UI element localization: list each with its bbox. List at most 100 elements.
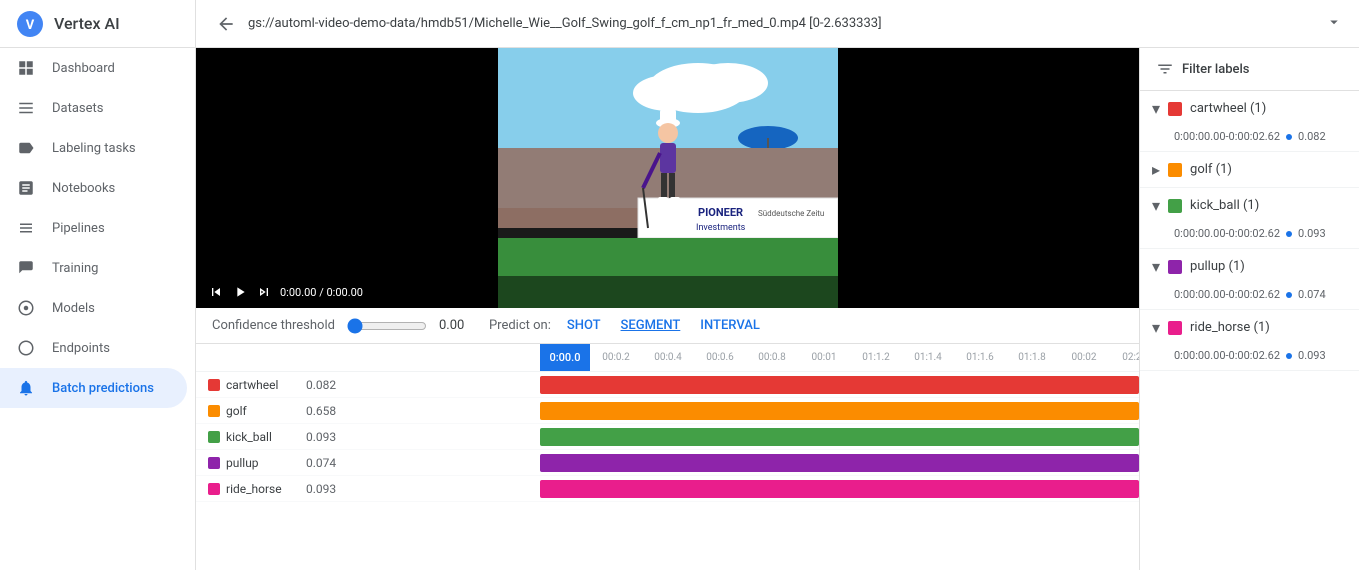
cartwheel-bar-area xyxy=(540,376,1139,394)
time-mark-9: 00:02 xyxy=(1058,352,1110,363)
kick-ball-label-title: kick_ball (1) xyxy=(1190,198,1347,213)
training-icon xyxy=(16,258,36,278)
label-group-header-cartwheel[interactable]: ▾ cartwheel (1) xyxy=(1140,91,1359,126)
label-group-header-pullup[interactable]: ▾ pullup (1) xyxy=(1140,249,1359,284)
sidebar-item-pipelines[interactable]: Pipelines xyxy=(0,208,187,248)
kick-ball-bar xyxy=(540,428,1139,446)
sidebar-item-endpoints[interactable]: Endpoints xyxy=(0,328,187,368)
track-row-ride-horse: ride_horse 0.093 xyxy=(196,476,1139,502)
time-cursor: 0:00.0 xyxy=(540,344,590,372)
play-btn[interactable] xyxy=(232,284,248,300)
golf-bar xyxy=(540,402,1139,420)
golf-bar-area xyxy=(540,402,1139,420)
video-main: PIONEER Investments Süddeutsche Zeitu xyxy=(498,48,838,308)
svg-text:Investments: Investments xyxy=(696,223,746,233)
models-icon xyxy=(16,298,36,318)
sidebar-label-endpoints: Endpoints xyxy=(52,341,110,356)
track-label-golf: golf 0.658 xyxy=(196,404,540,418)
svg-text:V: V xyxy=(26,18,35,33)
sidebar-label-datasets: Datasets xyxy=(52,101,104,116)
pipelines-icon xyxy=(16,218,36,238)
pullup-bar-area xyxy=(540,454,1139,472)
kick-ball-name: kick_ball xyxy=(226,430,296,444)
sidebar-label-pipelines: Pipelines xyxy=(52,221,105,236)
golf-name: golf xyxy=(226,404,296,418)
sidebar-item-labeling[interactable]: Labeling tasks xyxy=(0,128,187,168)
time-mark-2: 00:0.6 xyxy=(694,352,746,363)
sidebar-item-dashboard[interactable]: Dashboard xyxy=(0,48,187,88)
pullup-score: 0.074 xyxy=(306,456,336,470)
filter-header: Filter labels xyxy=(1140,48,1359,91)
time-mark-0: 00:0.2 xyxy=(590,352,642,363)
sidebar-label-labeling: Labeling tasks xyxy=(52,141,136,156)
back-button[interactable] xyxy=(212,10,240,38)
next-frame-btn[interactable] xyxy=(256,284,272,300)
golf-color xyxy=(208,405,220,417)
track-label-ride-horse: ride_horse 0.093 xyxy=(196,482,540,496)
nav-items: Dashboard Datasets Labeling tasks Notebo… xyxy=(0,48,195,408)
track-row-pullup: pullup 0.074 xyxy=(196,450,1139,476)
label-group-header-kick-ball[interactable]: ▾ kick_ball (1) xyxy=(1140,188,1359,223)
cartwheel-score-dot xyxy=(1286,134,1292,140)
sidebar-item-notebooks[interactable]: Notebooks xyxy=(0,168,187,208)
pullup-label-color xyxy=(1168,260,1182,274)
ride-horse-label-detail: 0:00:00.00-0:00:02.62 0.093 xyxy=(1140,345,1359,370)
kick-ball-score: 0.093 xyxy=(306,430,336,444)
predict-shot-btn[interactable]: SHOT xyxy=(563,316,605,335)
sidebar-item-training[interactable]: Training xyxy=(0,248,187,288)
time-mark-4: 00:01 xyxy=(798,352,850,363)
cartwheel-bar xyxy=(540,376,1139,394)
ride-horse-score-dot xyxy=(1286,353,1292,359)
black-left xyxy=(196,48,498,308)
kick-ball-score-dot xyxy=(1286,231,1292,237)
predict-interval-btn[interactable]: INTERVAL xyxy=(696,316,764,335)
dropdown-icon[interactable] xyxy=(1325,13,1343,35)
time-mark-7: 01:1.6 xyxy=(954,352,1006,363)
labeling-icon xyxy=(16,138,36,158)
video-container: PIONEER Investments Süddeutsche Zeitu xyxy=(196,48,1139,308)
cartwheel-name: cartwheel xyxy=(226,378,296,392)
sidebar-item-datasets[interactable]: Datasets xyxy=(0,88,187,128)
label-group-pullup: ▾ pullup (1) 0:00:00.00-0:00:02.62 0.074 xyxy=(1140,249,1359,310)
label-group-header-ride-horse[interactable]: ▾ ride_horse (1) xyxy=(1140,310,1359,345)
cartwheel-expand-icon: ▾ xyxy=(1152,99,1160,118)
pullup-expand-icon: ▾ xyxy=(1152,257,1160,276)
track-row-golf: golf 0.658 xyxy=(196,398,1139,424)
tracks-container: cartwheel 0.082 golf 0.658 xyxy=(196,372,1139,502)
kick-ball-color xyxy=(208,431,220,443)
pullup-bar xyxy=(540,454,1139,472)
svg-text:Süddeutsche Zeitu: Süddeutsche Zeitu xyxy=(758,209,824,218)
video-time: 0:00.00 / 0:00.00 xyxy=(280,286,363,299)
datasets-icon xyxy=(16,98,36,118)
threshold-slider[interactable] xyxy=(347,318,427,334)
sidebar-item-batch-predictions[interactable]: Batch predictions xyxy=(0,368,187,408)
timeline-header: 0:00.0 00:0.2 00:0.4 00:0.6 00:0.8 00:01… xyxy=(196,344,1139,372)
prev-frame-btn[interactable] xyxy=(208,284,224,300)
threshold-label: Confidence threshold xyxy=(212,318,335,333)
predict-segment-btn[interactable]: SEGMENT xyxy=(617,316,685,335)
sidebar-label-notebooks: Notebooks xyxy=(52,181,115,196)
track-label-pullup: pullup 0.074 xyxy=(196,456,540,470)
time-mark-1: 00:0.4 xyxy=(642,352,694,363)
ride-horse-score: 0.093 xyxy=(306,482,336,496)
kick-ball-score-val: 0.093 xyxy=(1298,227,1326,240)
video-controls: 0:00.00 / 0:00.00 xyxy=(196,276,1139,308)
ride-horse-color xyxy=(208,483,220,495)
cartwheel-label-color xyxy=(1168,102,1182,116)
ride-horse-range: 0:00:00.00-0:00:02.62 xyxy=(1174,349,1280,362)
threshold-value: 0.00 xyxy=(439,318,469,333)
filter-label: Filter labels xyxy=(1182,62,1250,77)
sidebar-item-models[interactable]: Models xyxy=(0,288,187,328)
app-title: Vertex AI xyxy=(54,14,120,33)
sidebar-header: V Vertex AI xyxy=(0,0,195,48)
kick-ball-range: 0:00:00.00-0:00:02.62 xyxy=(1174,227,1280,240)
timeline-area[interactable]: 0:00.0 00:0.2 00:0.4 00:0.6 00:0.8 00:01… xyxy=(196,344,1139,570)
ride-horse-name: ride_horse xyxy=(226,482,296,496)
kick-ball-label-color xyxy=(1168,199,1182,213)
cartwheel-score: 0.082 xyxy=(306,378,336,392)
ride-horse-bar xyxy=(540,480,1139,498)
label-group-header-golf[interactable]: ▸ golf (1) xyxy=(1140,152,1359,187)
track-label-kick-ball: kick_ball 0.093 xyxy=(196,430,540,444)
golf-expand-icon: ▸ xyxy=(1152,160,1160,179)
right-panel: Filter labels ▾ cartwheel (1) 0:00:00.00… xyxy=(1139,48,1359,570)
